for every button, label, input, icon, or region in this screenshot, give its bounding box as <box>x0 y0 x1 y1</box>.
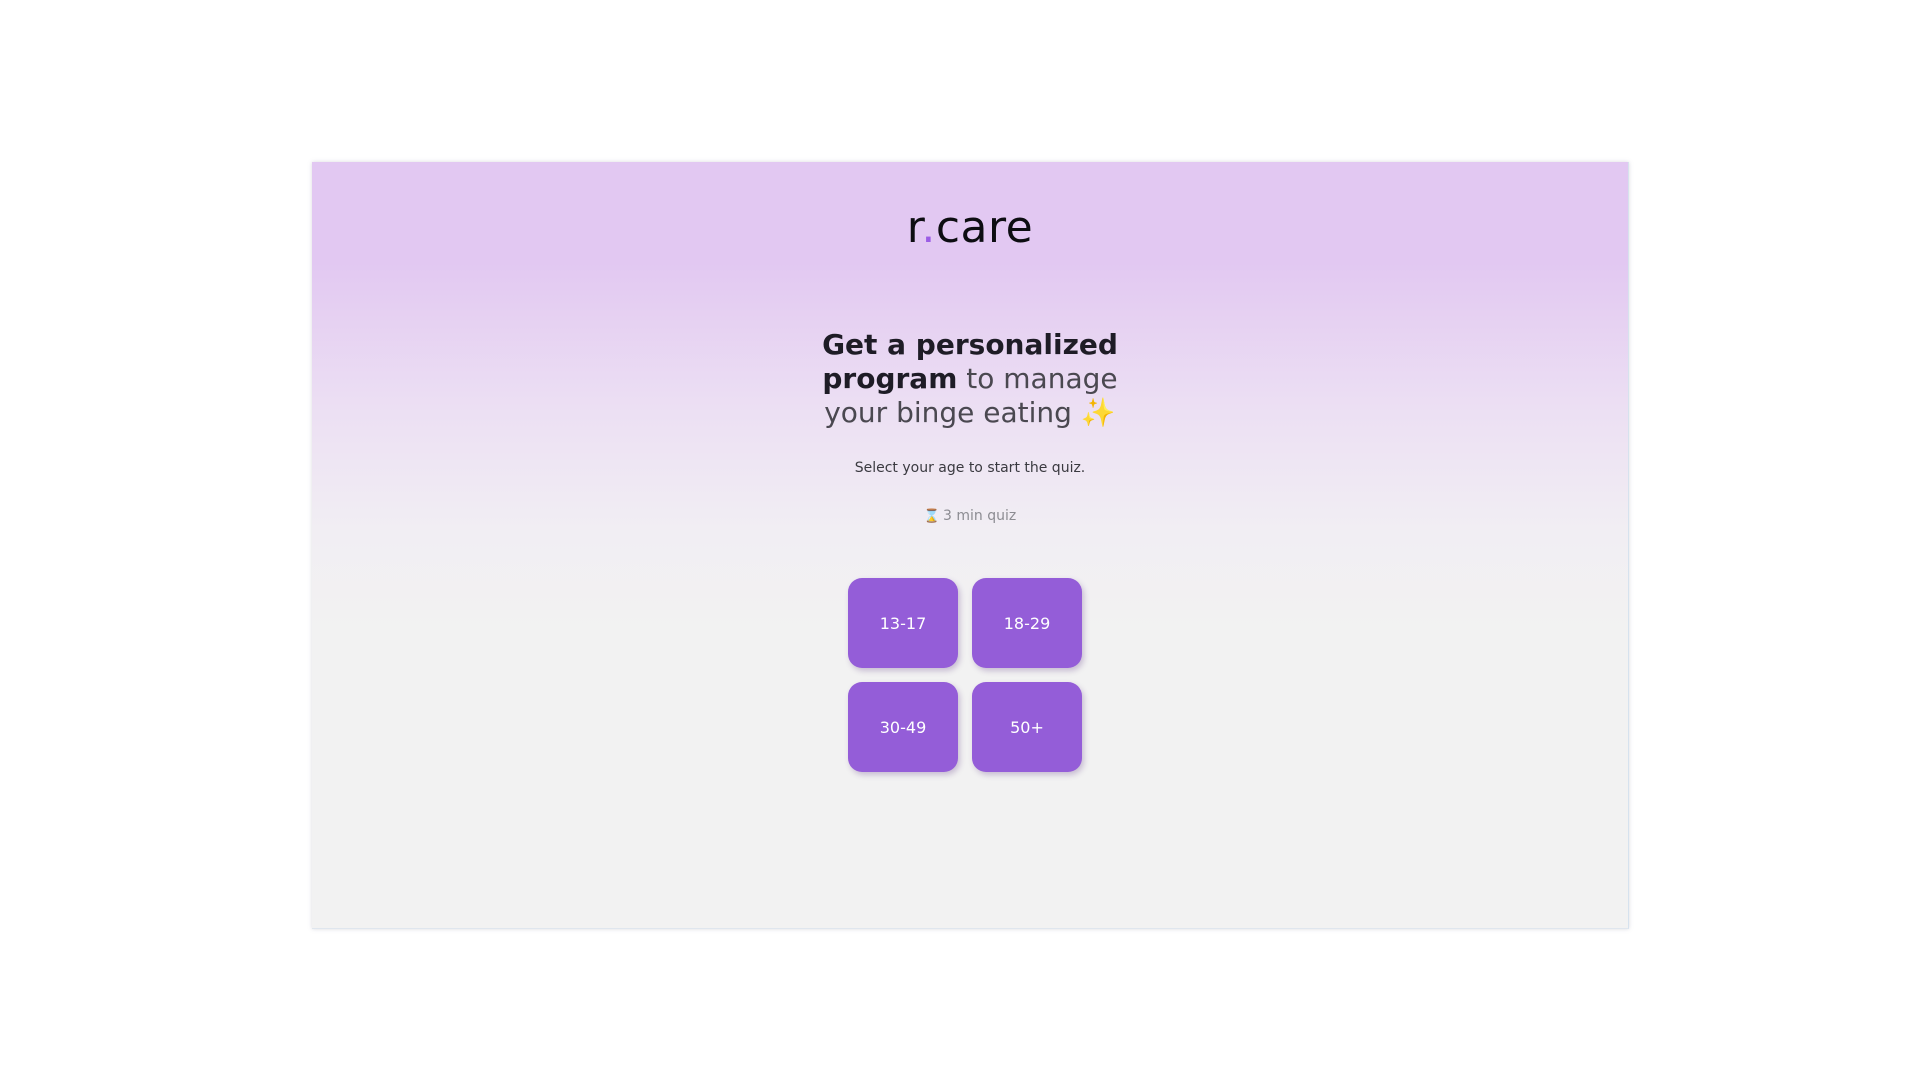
quiz-subtitle: Select your age to start the quiz. <box>854 460 1086 476</box>
duration-text: 3 min quiz <box>942 508 1017 524</box>
headline-light-2: to manage <box>957 362 1118 395</box>
logo-prefix: r <box>906 202 922 253</box>
headline-bold-1: Get a personalized <box>822 328 1118 361</box>
headline-light-3: your binge eating <box>824 396 1072 429</box>
age-option-30-49[interactable]: 30-49 <box>848 682 958 772</box>
page-headline: Get a personalized program to manage you… <box>312 328 1628 430</box>
quiz-landing-card: r.care Get a personalized program to man… <box>312 162 1629 929</box>
hourglass-icon: ⌛ <box>923 509 940 524</box>
brand-logo[interactable]: r.care <box>312 202 1628 254</box>
age-option-13-17[interactable]: 13-17 <box>848 578 958 668</box>
headline-bold-2: program <box>822 362 958 395</box>
logo-dot: . <box>921 202 936 253</box>
age-option-50-plus[interactable]: 50+ <box>972 682 1082 772</box>
logo-suffix: care <box>935 202 1034 253</box>
age-options-grid: 13-17 18-29 30-49 50+ <box>848 578 1082 772</box>
sparkles-icon: ✨ <box>1080 396 1116 429</box>
age-option-18-29[interactable]: 18-29 <box>972 578 1082 668</box>
quiz-duration: ⌛ 3 min quiz <box>312 508 1628 524</box>
